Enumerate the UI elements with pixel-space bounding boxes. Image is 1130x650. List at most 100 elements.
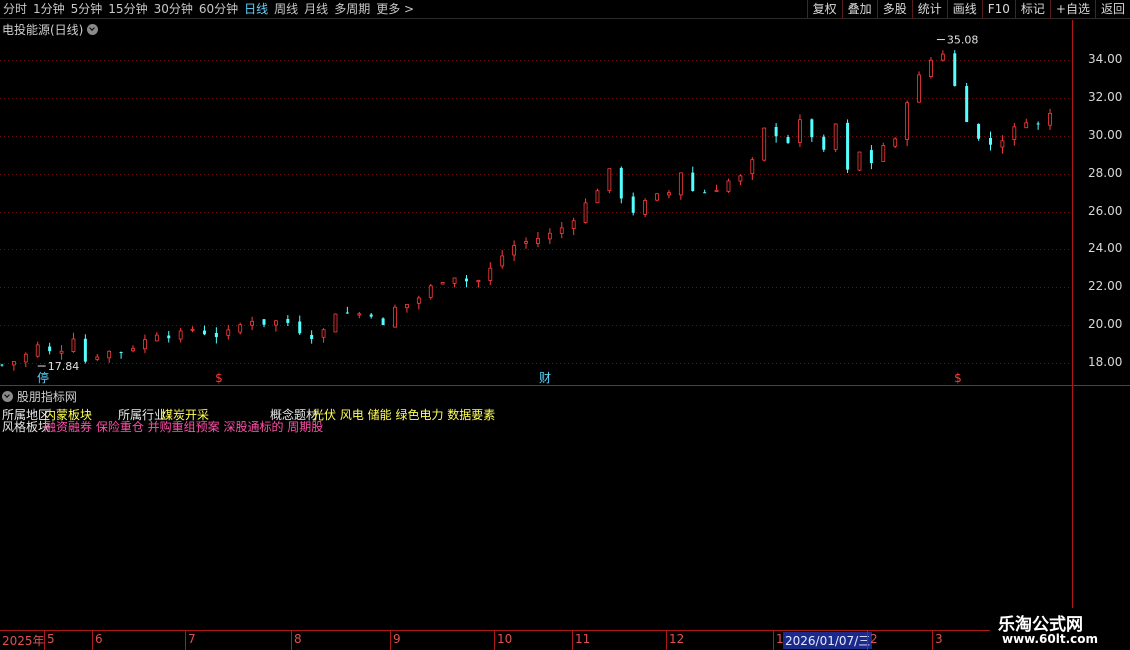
price-tick-label: 22.00	[1088, 279, 1123, 294]
price-tick-label: 20.00	[1088, 317, 1123, 332]
candle-body	[798, 119, 802, 143]
date-separator	[44, 631, 45, 650]
period-tab[interactable]: 周线	[271, 0, 301, 19]
candle-body	[369, 314, 373, 317]
candle-body	[190, 328, 195, 331]
price-tick-label: 30.00	[1088, 127, 1123, 142]
event-marker[interactable]: $	[954, 371, 962, 385]
candle-body	[988, 137, 992, 145]
period-tab[interactable]: 更多 >	[373, 0, 417, 19]
candle-body	[667, 192, 671, 196]
toolbar-button[interactable]: 返回	[1094, 0, 1130, 19]
event-marker[interactable]: 停	[37, 370, 49, 385]
candle-body	[607, 168, 612, 192]
candle-body	[655, 193, 659, 201]
watermark-url: www.60lt.com	[1002, 632, 1099, 646]
toolbar-button[interactable]: F10	[981, 0, 1015, 19]
toolbar-button[interactable]: 画线	[946, 0, 982, 19]
candle-body	[119, 352, 123, 354]
candle-body	[869, 150, 873, 164]
candle-body	[1048, 112, 1052, 126]
candle-body	[35, 344, 40, 357]
candle-body	[965, 86, 969, 123]
period-tab[interactable]: 5分钟	[68, 0, 106, 19]
candle-body	[238, 324, 243, 333]
candle-body	[214, 333, 218, 338]
date-tick-label: 8	[294, 632, 302, 646]
toolbar-button[interactable]: 多股	[876, 0, 912, 19]
candle-body	[440, 282, 445, 285]
candle-body	[703, 192, 707, 194]
date-tick-label: 7	[188, 632, 196, 646]
candle-body	[393, 306, 397, 328]
watermark-logo: 乐淘公式网 www.60lt.com	[990, 608, 1130, 650]
candle-body	[298, 321, 302, 334]
candle-body	[929, 59, 933, 77]
candle-body	[940, 53, 945, 61]
candle-body	[905, 102, 910, 140]
candle-body	[774, 127, 778, 137]
candle-body	[762, 127, 767, 161]
candle-body	[476, 280, 481, 283]
date-separator	[390, 631, 391, 650]
date-separator	[867, 631, 868, 650]
date-tick-label: 9	[393, 632, 401, 646]
date-tick-label: 12	[669, 632, 685, 646]
candle-body	[59, 350, 64, 354]
candle-body	[512, 245, 517, 256]
candle-body	[428, 285, 433, 298]
candle-body	[678, 172, 683, 196]
price-tick-label: 18.00	[1088, 355, 1123, 369]
period-tab[interactable]: 月线	[301, 0, 331, 19]
period-tab[interactable]: 15分钟	[105, 0, 150, 19]
event-marker[interactable]: 财	[539, 371, 551, 385]
high-price-label: 35.08	[947, 34, 979, 47]
toolbar-button[interactable]: 统计	[911, 0, 947, 19]
candle-body	[95, 356, 100, 360]
candle-body	[23, 353, 28, 363]
candle-body	[83, 338, 87, 362]
period-tabs: 分时 1分钟 5分钟 15分钟 30分钟 60分钟 日线 周线 月线 多周期 更多 >	[0, 0, 417, 19]
candle-body	[202, 330, 206, 335]
candle-body	[488, 267, 493, 281]
candle-body	[464, 278, 468, 282]
candle-body	[262, 319, 266, 325]
date-separator	[666, 631, 667, 650]
candle-body	[1012, 126, 1017, 141]
period-tab[interactable]: 多周期	[331, 0, 373, 19]
candle-body	[143, 339, 147, 350]
date-separator	[773, 631, 774, 650]
indicator-axis	[1072, 386, 1130, 630]
candle-body	[321, 329, 326, 338]
period-tab[interactable]: 30分钟	[151, 0, 196, 19]
candle-body	[917, 74, 921, 103]
date-axis: 2025年 5 6 7 8 9 10 11 12 1 2026/01/07/三 2 3	[0, 630, 1072, 650]
candle-body	[571, 220, 576, 229]
candle-body	[822, 136, 826, 150]
candle-body	[524, 241, 528, 244]
candle-body	[286, 319, 290, 323]
price-tick-label: 32.00	[1088, 89, 1123, 104]
candle-body	[333, 313, 338, 333]
candle-body	[48, 346, 52, 352]
date-separator	[92, 631, 93, 650]
candle-body	[810, 119, 814, 138]
period-tab[interactable]: 分时	[0, 0, 30, 19]
candle-body	[977, 123, 981, 139]
toolbar-button[interactable]: +自选	[1049, 0, 1095, 19]
toolbar-button[interactable]: 复权	[806, 0, 842, 19]
candle-body	[953, 53, 957, 86]
period-tab[interactable]: 60分钟	[196, 0, 241, 19]
toolbar-button[interactable]: 标记	[1014, 0, 1050, 19]
candle-body	[750, 159, 755, 175]
period-tab[interactable]: 日线	[241, 0, 271, 19]
candlestick-chart[interactable]: 35.08 17.84停 $ 财 $	[0, 20, 1072, 385]
toolbar-button[interactable]: 叠加	[841, 0, 877, 19]
event-marker[interactable]: $	[215, 371, 223, 385]
date-separator	[572, 631, 573, 650]
date-separator	[185, 631, 186, 650]
period-tab[interactable]: 1分钟	[30, 0, 68, 19]
style-value: 融资融券 保险重仓 并购重组预案 深股通标的 周期股	[44, 420, 324, 434]
candle-body	[167, 335, 171, 339]
candle-body	[631, 196, 635, 213]
